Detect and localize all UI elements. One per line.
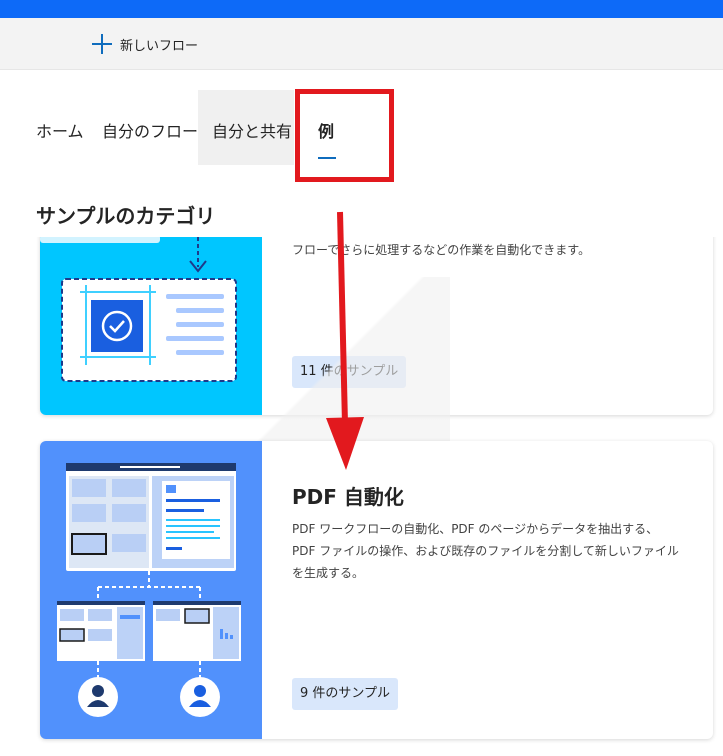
active-tab-indicator [318,157,336,159]
category-list[interactable]: フローでさらに処理するなどの作業を自動化できます。 11 件のサンプル PDF … [0,237,723,756]
tab-examples[interactable]: 例 [318,90,334,165]
card-body: フローでさらに処理するなどの作業を自動化できます。 11 件のサンプル [292,237,693,415]
command-bar: 新しいフロー [0,18,723,70]
card-description: PDF ワークフローの自動化、PDF のページからデータを抽出する、 PDF フ… [292,518,679,584]
new-flow-button[interactable]: 新しいフロー [92,30,198,58]
sample-count-badge[interactable]: 11 件のサンプル [292,356,407,388]
tab-my-flows[interactable]: 自分のフロー [102,90,198,165]
category-card-previous[interactable]: フローでさらに処理するなどの作業を自動化できます。 11 件のサンプル [40,237,713,415]
section-title: サンプルのカテゴリ [36,204,216,228]
pdf-illustration [40,441,262,739]
plus-icon [92,34,112,54]
category-card-pdf-automation[interactable]: PDF 自動化 PDF ワークフローの自動化、PDF のページからデータを抽出す… [40,441,713,739]
card-description-line: PDF ファイルの操作、および既存のファイルを分割して新しいファイル [292,544,679,558]
tab-shared-with-me[interactable]: 自分と共有 [198,90,294,165]
card-description: フローでさらに処理するなどの作業を自動化できます。 [292,243,591,257]
card-title: PDF 自動化 [292,485,404,509]
top-app-bar [0,0,723,18]
category-illustration [40,237,262,415]
new-flow-label: 新しいフロー [120,38,199,54]
tab-home[interactable]: ホーム [36,90,84,165]
card-description-line: を生成する。 [292,566,365,580]
sample-count-badge[interactable]: 9 件のサンプル [292,678,399,710]
card-body: PDF 自動化 PDF ワークフローの自動化、PDF のページからデータを抽出す… [292,441,693,739]
tab-bar: ホーム 自分のフロー 自分と共有 例 [0,90,723,165]
card-description-line: PDF ワークフローの自動化、PDF のページからデータを抽出する、 [292,522,659,536]
